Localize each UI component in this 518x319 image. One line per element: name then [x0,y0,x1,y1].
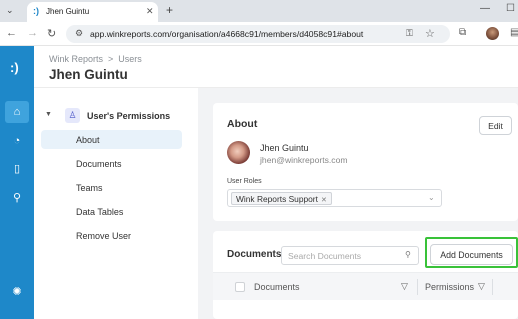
collapse-caret-icon[interactable]: ▼ [45,111,52,118]
password-key-icon[interactable]: ⚿ [406,28,413,39]
add-documents-button[interactable]: Add Documents [430,244,513,265]
permissions-nav-header[interactable]: ▼ ♙ User's Permissions [44,108,194,124]
search-documents-box[interactable]: ⚲ [281,246,419,265]
remove-role-icon[interactable]: ✕ [321,197,327,204]
nav-item-about[interactable]: About [41,130,182,149]
new-tab-icon[interactable]: + [166,3,173,17]
app-sidebar: :) ⌂ ◔ ▯ ⚲ ✺ [0,46,34,319]
about-title: About [227,118,258,130]
documents-table-header: Documents ▽ Permissions ▽ [213,272,518,300]
filter-icon[interactable]: ▽ [401,281,408,292]
user-icon: ♙ [65,108,80,123]
reload-icon[interactable]: ↻ [47,27,56,40]
page-title: Jhen Guintu [49,67,128,82]
nav-item-label: Remove User [76,231,132,241]
home-icon[interactable]: ⌂ [5,101,29,123]
search-documents-input[interactable] [288,250,398,262]
breadcrumb-separator: > [108,54,114,64]
browser-toolbar: ← → ↻ ⚙ app.winkreports.com/organisation… [0,22,518,46]
nav-item-label: About [76,135,100,145]
address-bar[interactable]: ⚙ app.winkreports.com/organisation/a4668… [66,25,450,43]
close-tab-icon[interactable]: ✕ [146,6,154,17]
dashboard-gauge-icon[interactable]: ◔ [5,130,29,152]
permissions-nav: ▼ ♙ User's Permissions About Documents T… [34,88,198,319]
edit-button[interactable]: Edit [479,116,512,135]
tab-search-icon[interactable]: ⌄ [6,5,18,17]
breadcrumb-root[interactable]: Wink Reports [49,54,103,64]
nav-item-teams[interactable]: Teams [41,178,182,197]
side-panel-icon[interactable]: ▤ [510,27,518,38]
about-card: About Edit Jhen Guintu jhen@winkreports.… [213,103,518,221]
role-chip: Wink Reports Support ✕ [231,192,332,205]
wink-favicon-icon: :) [33,6,39,16]
profile-avatar[interactable] [486,27,499,40]
wink-logo-icon[interactable]: :) [10,60,19,75]
documents-title: Documents [227,249,282,260]
chevron-down-icon[interactable]: ⌄ [428,193,435,202]
user-avatar [227,141,250,164]
breadcrumb-current[interactable]: Users [118,54,142,64]
user-email: jhen@winkreports.com [260,155,348,165]
minimize-window-icon[interactable]: — [480,3,490,14]
documents-card: Documents ⚲ Add Documents Documents ▽ Pe… [213,231,518,319]
browser-tab-bar: ⌄ :) Jhen Guintu ✕ + — ☐ [0,0,518,22]
user-roles-select[interactable]: Wink Reports Support ✕ ⌄ [227,189,442,207]
search-icon[interactable]: ⚲ [405,250,411,259]
settings-sun-icon[interactable]: ✺ [5,281,29,303]
nav-item-label: Documents [76,159,122,169]
extensions-puzzle-icon[interactable]: ⧉ [459,27,466,38]
nav-item-label: Data Tables [76,207,124,217]
select-all-checkbox[interactable] [235,282,245,292]
column-divider[interactable] [492,279,493,295]
column-header-permissions[interactable]: Permissions [425,282,474,292]
bookmark-star-icon[interactable]: ☆ [425,27,435,40]
user-roles-label: User Roles [227,178,262,185]
role-chip-label: Wink Reports Support [236,194,318,204]
permissions-nav-heading: User's Permissions [87,111,171,121]
address-url[interactable]: app.winkreports.com/organisation/a4668c9… [90,29,363,39]
maximize-window-icon[interactable]: ☐ [506,3,515,14]
column-divider[interactable] [417,279,418,295]
nav-item-remove-user[interactable]: Remove User [41,226,182,245]
site-settings-icon[interactable]: ⚙ [75,28,83,39]
user-name: Jhen Guintu [260,143,309,153]
reports-book-icon[interactable]: ▯ [5,158,29,180]
integrations-link-icon[interactable]: ⚲ [5,187,29,209]
filter-icon[interactable]: ▽ [478,281,485,292]
breadcrumb: Wink Reports > Users [49,54,142,64]
browser-tab[interactable]: :) Jhen Guintu ✕ [27,2,158,22]
nav-item-label: Teams [76,183,103,193]
column-header-documents[interactable]: Documents [254,282,300,292]
forward-arrow-icon[interactable]: → [27,27,38,39]
nav-item-documents[interactable]: Documents [41,154,182,173]
browser-tab-title: Jhen Guintu [46,7,90,16]
back-arrow-icon[interactable]: ← [6,27,17,39]
nav-item-data-tables[interactable]: Data Tables [41,202,182,221]
